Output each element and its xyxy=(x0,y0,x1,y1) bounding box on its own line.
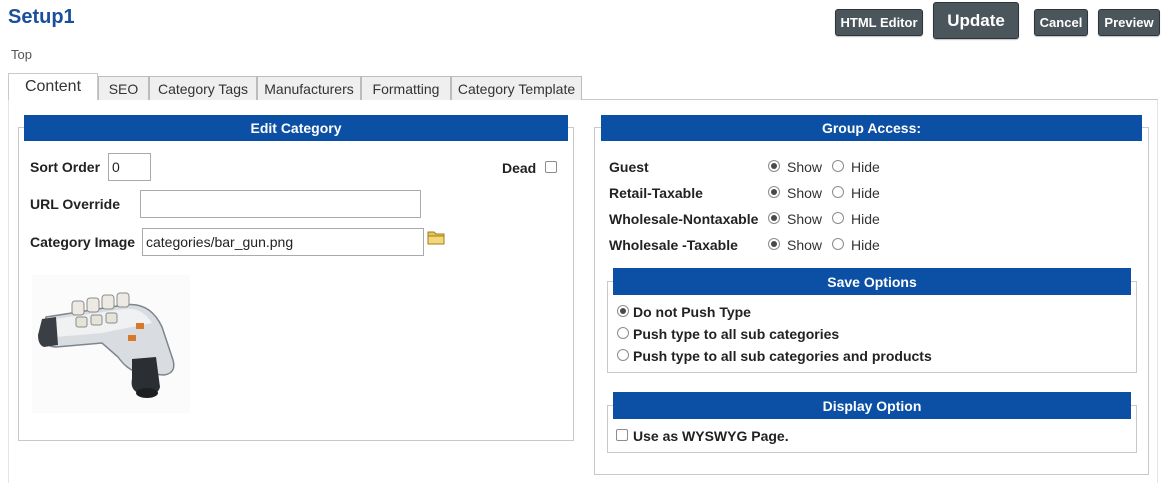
tab-category-template[interactable]: Category Template xyxy=(451,76,582,100)
wholesale-taxable-show-radio[interactable] xyxy=(768,238,780,250)
category-image-input[interactable]: categories/bar_gun.png xyxy=(142,228,424,256)
breadcrumb[interactable]: Top xyxy=(11,47,32,62)
wholesale-taxable-hide-radio[interactable] xyxy=(832,238,844,250)
html-editor-button[interactable]: HTML Editor xyxy=(835,9,923,36)
save-options-heading: Save Options xyxy=(613,268,1131,295)
wholesale-nontaxable-hide-radio[interactable] xyxy=(832,212,844,224)
group-name-wholesale-nontaxable: Wholesale-Nontaxable xyxy=(609,211,759,227)
tab-category-tags[interactable]: Category Tags xyxy=(149,76,257,100)
bar-gun-product-image xyxy=(32,275,190,413)
edit-category-heading: Edit Category xyxy=(24,115,568,141)
guest-hide-radio[interactable] xyxy=(832,160,844,172)
push-sub-categories-label: Push type to all sub categories xyxy=(633,326,840,342)
sort-order-label: Sort Order xyxy=(30,159,101,175)
guest-show-radio[interactable] xyxy=(768,160,780,172)
push-sub-categories-products-radio[interactable] xyxy=(617,349,629,361)
dead-checkbox[interactable] xyxy=(545,161,557,173)
url-override-input[interactable] xyxy=(140,190,421,218)
page-title: Setup1 xyxy=(8,6,75,28)
do-not-push-type-label: Do not Push Type xyxy=(633,304,751,320)
group-name-retail-taxable: Retail-Taxable xyxy=(609,185,703,201)
group-name-wholesale-taxable: Wholesale -Taxable xyxy=(609,237,738,253)
update-button[interactable]: Update xyxy=(933,2,1019,39)
preview-button[interactable]: Preview xyxy=(1098,9,1160,36)
tab-manufacturers[interactable]: Manufacturers xyxy=(257,76,361,100)
wholesale-taxable-show-label: Show xyxy=(787,237,823,253)
wholesale-taxable-hide-label: Hide xyxy=(851,237,880,253)
wholesale-nontaxable-show-label: Show xyxy=(787,211,823,227)
wholesale-nontaxable-show-radio[interactable] xyxy=(768,212,780,224)
cancel-button[interactable]: Cancel xyxy=(1034,9,1088,36)
tab-seo[interactable]: SEO xyxy=(98,76,149,100)
sort-order-input[interactable]: 0 xyxy=(108,153,151,181)
wysiwyg-checkbox[interactable] xyxy=(616,429,628,441)
guest-show-label: Show xyxy=(787,159,823,175)
guest-hide-label: Hide xyxy=(851,159,880,175)
retail-taxable-show-label: Show xyxy=(787,185,823,201)
wysiwyg-label: Use as WYSWYG Page. xyxy=(633,428,789,444)
folder-icon[interactable] xyxy=(427,229,445,245)
dead-label: Dead xyxy=(502,160,537,176)
tab-content[interactable]: Content xyxy=(8,73,98,100)
category-image-label: Category Image xyxy=(30,234,136,250)
retail-taxable-hide-radio[interactable] xyxy=(832,186,844,198)
url-override-label: URL Override xyxy=(30,196,120,212)
retail-taxable-hide-label: Hide xyxy=(851,185,880,201)
push-sub-categories-radio[interactable] xyxy=(617,327,629,339)
wholesale-nontaxable-hide-label: Hide xyxy=(851,211,880,227)
group-access-heading: Group Access: xyxy=(601,115,1142,141)
retail-taxable-show-radio[interactable] xyxy=(768,186,780,198)
display-option-heading: Display Option xyxy=(613,392,1131,419)
group-name-guest: Guest xyxy=(609,159,649,175)
do-not-push-type-radio[interactable] xyxy=(617,305,629,317)
tab-formatting[interactable]: Formatting xyxy=(361,76,451,100)
push-sub-categories-products-label: Push type to all sub categories and prod… xyxy=(633,348,932,364)
